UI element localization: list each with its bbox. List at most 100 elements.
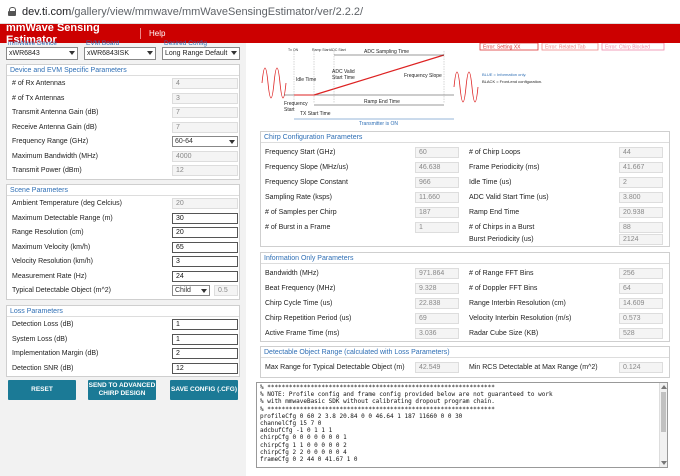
- param-value: 11.660: [415, 192, 459, 203]
- chirp-row: Frequency Slope (MHz/us) 46.638: [265, 161, 465, 175]
- implementation-margin-input[interactable]: 2: [172, 348, 238, 359]
- param-label: ADC Valid Start Time (us): [469, 194, 549, 201]
- param-label: Ramp End Time: [469, 209, 520, 216]
- param-label: Max Range for Typical Detectable Object …: [265, 364, 405, 371]
- param-value: 0.573: [619, 313, 663, 324]
- lock-icon: [8, 7, 16, 16]
- system-loss-input[interactable]: 1: [172, 333, 238, 345]
- param-row: # of Rx Antennas 4: [7, 76, 239, 91]
- max-range-input[interactable]: 30: [172, 212, 238, 224]
- param-value: 14.609: [619, 298, 663, 309]
- info-row: Chirp Cycle Time (us) 22.838: [265, 297, 465, 311]
- param-value: 20: [172, 198, 238, 209]
- chirp-row: Frequency Start (GHz) 60: [265, 146, 465, 160]
- param-value: 256: [619, 268, 663, 279]
- scroll-thumb[interactable]: [661, 392, 666, 432]
- param-row: Receive Antenna Gain (dB) 7: [7, 120, 239, 135]
- param-label: Frequency Start (GHz): [265, 149, 336, 156]
- param-value: 64: [619, 283, 663, 294]
- detection-snr-input[interactable]: 12: [172, 362, 238, 374]
- reset-button[interactable]: RESET: [8, 380, 76, 400]
- frequency-range-select[interactable]: 60-64: [172, 136, 238, 147]
- console-scrollbar[interactable]: [659, 383, 667, 467]
- adc-valid-start-time-label: Start Time: [332, 75, 355, 81]
- frequency-start-label-2: Start: [284, 107, 295, 113]
- adc-start-label: ADC Start: [330, 48, 346, 52]
- param-label: Transmit Power (dBm): [12, 167, 82, 174]
- param-label: Implementation Margin (dB): [12, 350, 99, 357]
- param-label: Bandwidth (MHz): [265, 270, 319, 277]
- param-value: 41.667: [619, 162, 663, 173]
- info-only-heading: Information Only Parameters: [261, 253, 669, 264]
- scene-params-heading: Scene Parameters: [7, 185, 239, 196]
- evm-select[interactable]: xWR6843ISK: [84, 47, 156, 60]
- param-row: Implementation Margin (dB) 2: [7, 346, 239, 361]
- info-row: # of Doppler FFT Bins 64: [469, 282, 667, 296]
- console-line: % **************************************…: [260, 405, 495, 413]
- object-rcs-value: 0.5: [214, 285, 238, 296]
- max-velocity-input[interactable]: 65: [172, 241, 238, 253]
- scroll-up-icon[interactable]: [661, 385, 667, 389]
- info-row: Beat Frequency (MHz) 9.328: [265, 282, 465, 296]
- range-row: Max Range for Typical Detectable Object …: [265, 361, 465, 375]
- help-link[interactable]: Help: [140, 28, 165, 39]
- console-line: chirpCfg 0 0 0 0 0 0 0 1: [260, 434, 347, 442]
- chirp-row: Frame Periodicity (ms) 41.667: [469, 161, 667, 175]
- param-value: 2124: [619, 234, 663, 245]
- param-label: # of Samples per Chirp: [265, 209, 337, 216]
- param-row: Maximum Velocity (km/h) 65: [7, 240, 239, 255]
- device-select[interactable]: xWR6843: [6, 47, 78, 60]
- param-value: 20.938: [619, 207, 663, 218]
- device-params-group: Device and EVM Specific Parameters # of …: [6, 64, 240, 180]
- right-panel: Error: Setting XX Error: Related Tab Err…: [246, 43, 680, 476]
- device-params-heading: Device and EVM Specific Parameters: [7, 65, 239, 76]
- chevron-down-icon: [231, 51, 237, 55]
- param-label: # of Tx Antennas: [12, 94, 65, 102]
- param-value: 187: [415, 207, 459, 218]
- range-resolution-input[interactable]: 20: [172, 227, 238, 238]
- param-label: Idle Time (us): [469, 179, 512, 186]
- send-to-advanced-button[interactable]: SEND TO ADVANCED CHIRP DESIGN: [88, 380, 156, 400]
- param-value: 69: [415, 313, 459, 324]
- tx-start-time-label: TX Start Time: [300, 111, 331, 117]
- scroll-down-icon[interactable]: [661, 461, 667, 465]
- url-text[interactable]: dev.ti.com/gallery/view/mmwave/mmWaveSen…: [22, 6, 363, 18]
- console-line: chirpCfg 1 1 0 0 0 0 0 2: [260, 441, 347, 449]
- param-value: 528: [619, 328, 663, 339]
- param-label: Chirp Cycle Time (us): [265, 300, 333, 307]
- param-row: Frequency Range (GHz) 60-64: [7, 134, 239, 149]
- param-label: Maximum Velocity (km/h): [12, 243, 91, 251]
- param-label: # of Doppler FFT Bins: [469, 285, 538, 292]
- info-row: Bandwidth (MHz) 971.864: [265, 267, 465, 281]
- param-label: Beat Frequency (MHz): [265, 285, 336, 292]
- param-label: Radar Cube Size (KB): [469, 330, 539, 337]
- detection-loss-input[interactable]: 1: [172, 319, 238, 330]
- tx-on-label: Tx ON: [288, 48, 299, 52]
- evm-select-value: xWR6843ISK: [87, 50, 130, 57]
- param-label: Typical Detectable Object (m^2): [12, 287, 111, 294]
- detectable-range-group: Detectable Object Range (calculated with…: [260, 346, 670, 378]
- evm-select-label: EVM Board: [86, 40, 120, 47]
- object-type-select[interactable]: Child: [172, 285, 210, 296]
- config-select[interactable]: Long Range Default: [162, 47, 240, 60]
- param-row: Ambient Temperature (deg Celcius) 20: [7, 196, 239, 211]
- velocity-resolution-input[interactable]: 3: [172, 256, 238, 267]
- param-value: 46.638: [415, 162, 459, 173]
- config-console[interactable]: % **************************************…: [256, 382, 668, 468]
- adc-sampling-time-label: ADC Sampling Time: [364, 49, 409, 55]
- save-config-button[interactable]: SAVE CONFIG (.CFG): [170, 380, 238, 400]
- console-line: frameCfg 0 2 44 0 41.67 1 0: [260, 456, 358, 464]
- chirp-row: ADC Valid Start Time (us) 3.800: [469, 191, 667, 205]
- url-path: /gallery/view/mmwave/mmWaveSensingEstima…: [71, 5, 364, 18]
- ramp-start-label: Ramp Start: [312, 48, 330, 52]
- info-row: Velocity Interbin Resolution (m/s) 0.573: [469, 312, 667, 326]
- param-value: 1: [415, 222, 459, 233]
- param-value: 966: [415, 177, 459, 188]
- param-row: # of Tx Antennas 3: [7, 91, 239, 106]
- measurement-rate-input[interactable]: 24: [172, 270, 238, 282]
- loss-params-heading: Loss Parameters: [7, 306, 239, 317]
- idle-time-label: Idle Time: [296, 77, 317, 83]
- console-line: chirpCfg 2 2 0 0 0 0 0 4: [260, 448, 347, 456]
- browser-url-bar[interactable]: dev.ti.com/gallery/view/mmwave/mmWaveSen…: [0, 0, 680, 24]
- param-value: 2: [619, 177, 663, 188]
